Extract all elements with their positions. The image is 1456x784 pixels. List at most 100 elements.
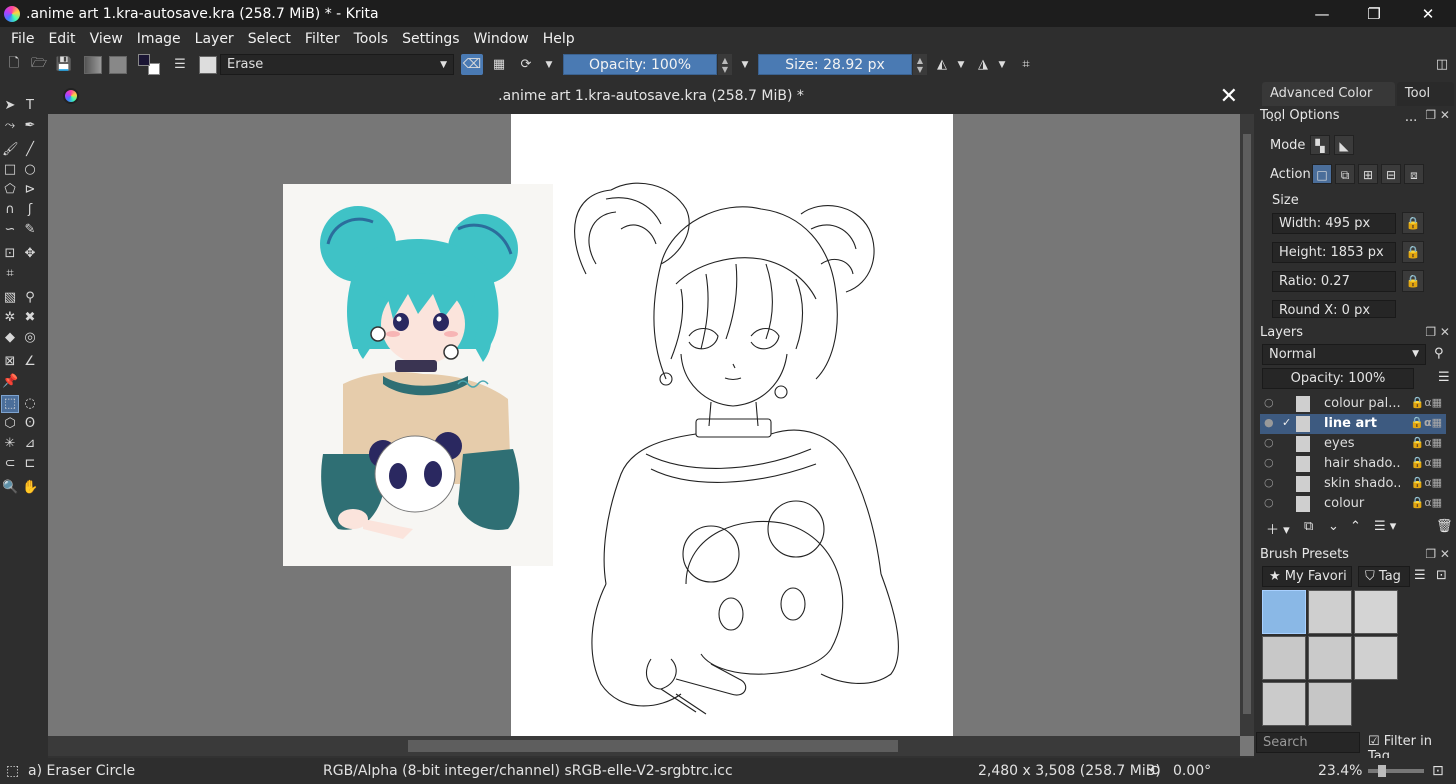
- action-intersect-icon[interactable]: ⧉: [1335, 164, 1355, 184]
- eraser-mode-toggle[interactable]: ⌫: [461, 54, 483, 75]
- bezier-tool-icon[interactable]: ∩: [2, 202, 18, 218]
- layer-flags-icon[interactable]: 🔒α▦: [1411, 396, 1442, 409]
- contiguous-select-icon[interactable]: ✳: [2, 436, 18, 452]
- action-add-icon[interactable]: ⊞: [1358, 164, 1378, 184]
- status-rotation[interactable]: 0.00°: [1173, 763, 1211, 779]
- status-image-size[interactable]: 2,480 x 3,508 (258.7 MiB): [978, 763, 1161, 779]
- measure-tool-icon[interactable]: ∠: [22, 354, 38, 370]
- layer-row[interactable]: ○ hair shado... 🔒α▦: [1260, 454, 1446, 474]
- line-tool-icon[interactable]: ╱: [22, 142, 38, 158]
- float-close-icon[interactable]: ❐ ✕: [1425, 325, 1450, 339]
- layer-row[interactable]: ○ colour 🔒α▦: [1260, 494, 1446, 514]
- calligraphy-icon[interactable]: ✒: [22, 118, 38, 134]
- similar-select-icon[interactable]: ⊿: [22, 436, 38, 452]
- add-layer-icon[interactable]: ＋ ▾: [1266, 519, 1290, 538]
- save-icon[interactable]: 💾: [54, 54, 74, 75]
- brush-preset-thumb[interactable]: [197, 54, 219, 75]
- layer-opacity-slider[interactable]: Opacity: 100%: [1262, 368, 1414, 389]
- ellipse-select-icon[interactable]: ◌: [22, 396, 38, 412]
- menu-window[interactable]: Window: [467, 31, 536, 47]
- crop-tool-icon[interactable]: ⌗: [2, 266, 18, 282]
- menu-filter[interactable]: Filter: [298, 31, 347, 47]
- freehand-brush-icon[interactable]: 🖌: [2, 142, 19, 158]
- size-slider[interactable]: Size: 28.92 px: [758, 54, 912, 75]
- gradient-swatch[interactable]: [83, 54, 103, 75]
- action-replace-icon[interactable]: □: [1312, 164, 1332, 184]
- edit-shapes-icon[interactable]: ⤳: [2, 118, 18, 134]
- close-document-icon[interactable]: ✕: [1220, 84, 1238, 109]
- brush-preset-airbrush[interactable]: [1354, 590, 1398, 634]
- brush-preset-marker[interactable]: [1354, 636, 1398, 680]
- rectangle-tool-icon[interactable]: □: [2, 162, 18, 178]
- magnetic-select-icon[interactable]: ⊏: [22, 456, 38, 472]
- checkmark-icon[interactable]: ✓: [1282, 416, 1291, 429]
- move-layer-up-icon[interactable]: ⌃: [1350, 519, 1361, 534]
- delete-layer-icon[interactable]: 🗑: [1436, 519, 1453, 534]
- dock-layout-icon[interactable]: ◫: [1432, 54, 1452, 75]
- fg-bg-color-swatch[interactable]: [137, 54, 161, 75]
- visibility-icon[interactable]: ○: [1264, 456, 1274, 469]
- smart-patch-icon[interactable]: ✖: [22, 310, 38, 326]
- zoom-tool-icon[interactable]: 🔍: [2, 480, 18, 496]
- move-layer-down-icon[interactable]: ⌄: [1328, 519, 1339, 534]
- opacity-slider[interactable]: Opacity: 100%: [563, 54, 717, 75]
- freehand-path-icon[interactable]: ʃ: [22, 202, 38, 218]
- assistant-tool-icon[interactable]: ⊠: [2, 354, 18, 370]
- pattern-swatch[interactable]: [108, 54, 128, 75]
- mode-pixel-icon[interactable]: ▚: [1310, 135, 1330, 155]
- layer-flags-icon[interactable]: 🔒α▦: [1410, 416, 1442, 429]
- layer-flags-icon[interactable]: 🔒α▦: [1411, 496, 1442, 509]
- blend-mode-select[interactable]: Normal ▼: [1262, 344, 1426, 365]
- mirror-vertical-icon[interactable]: ◮: [973, 54, 993, 75]
- brush-editor-icon[interactable]: ☰: [170, 54, 190, 75]
- gradient-tool-icon[interactable]: ▧: [2, 290, 18, 306]
- wrap-around-icon[interactable]: ⌗: [1015, 54, 1037, 75]
- filter-icon[interactable]: ⚲: [1434, 346, 1444, 361]
- visibility-icon[interactable]: ○: [1264, 436, 1274, 449]
- visibility-icon[interactable]: ○: [1264, 496, 1274, 509]
- polyline-tool-icon[interactable]: ⊳: [22, 182, 38, 198]
- height-field[interactable]: Height: 1853 px: [1272, 242, 1396, 263]
- tag-button[interactable]: ⛉ Tag: [1358, 566, 1410, 587]
- minimize-button[interactable]: —: [1296, 0, 1348, 27]
- visibility-icon[interactable]: ●: [1264, 416, 1274, 429]
- open-document-icon[interactable]: 🗁: [29, 54, 49, 75]
- layer-row[interactable]: ○ colour pal... 🔒α▦: [1260, 394, 1446, 414]
- action-subtract-icon[interactable]: ⊟: [1381, 164, 1401, 184]
- chevron-down-icon[interactable]: ▼: [995, 54, 1009, 75]
- menu-layer[interactable]: Layer: [188, 31, 241, 47]
- reload-preset-icon[interactable]: ⟳: [515, 54, 537, 75]
- tab-advanced-color[interactable]: Advanced Color ...: [1262, 82, 1395, 125]
- ratio-lock-icon[interactable]: 🔒: [1402, 270, 1424, 292]
- move-tool-icon[interactable]: ✥: [22, 246, 38, 262]
- close-window-button[interactable]: ✕: [1402, 0, 1454, 27]
- opacity-spin[interactable]: ▲ ▼: [718, 54, 732, 75]
- action-symmetric-icon[interactable]: ⧈: [1404, 164, 1424, 184]
- brush-preset-pen-yellow[interactable]: [1262, 682, 1306, 726]
- layer-menu-icon[interactable]: ☰: [1438, 370, 1450, 385]
- enclose-fill-icon[interactable]: ◎: [22, 330, 38, 346]
- reference-image[interactable]: [283, 184, 553, 566]
- width-lock-icon[interactable]: 🔒: [1402, 212, 1424, 234]
- layer-row[interactable]: ○ eyes 🔒α▦: [1260, 434, 1446, 454]
- chevron-down-icon[interactable]: ▼: [954, 54, 968, 75]
- bezier-select-icon[interactable]: ⊂: [2, 456, 18, 472]
- brush-preset-ink[interactable]: [1262, 636, 1306, 680]
- width-field[interactable]: Width: 495 px: [1272, 213, 1396, 234]
- brush-preset-select[interactable]: Erase ▼: [220, 54, 454, 75]
- menu-view[interactable]: View: [83, 31, 130, 47]
- ratio-field[interactable]: Ratio: 0.27: [1272, 271, 1396, 292]
- float-close-icon[interactable]: ❐ ✕: [1425, 547, 1450, 561]
- preset-options-icon[interactable]: ⊡: [1436, 568, 1447, 583]
- layer-flags-icon[interactable]: 🔒α▦: [1411, 456, 1442, 469]
- duplicate-layer-icon[interactable]: ⧉: [1304, 519, 1313, 534]
- mode-vector-icon[interactable]: ◣: [1334, 135, 1354, 155]
- menu-settings[interactable]: Settings: [395, 31, 466, 47]
- brush-preset-pencil[interactable]: [1308, 636, 1352, 680]
- fit-view-icon[interactable]: ⊡: [1432, 763, 1444, 779]
- colorize-mask-icon[interactable]: ✲: [2, 310, 18, 326]
- color-picker-icon[interactable]: ⚲: [22, 290, 38, 306]
- horizontal-scrollbar[interactable]: [48, 736, 1240, 756]
- chevron-down-icon[interactable]: ▼: [737, 54, 753, 75]
- tag-filter-select[interactable]: ★ My Favori: [1262, 566, 1352, 587]
